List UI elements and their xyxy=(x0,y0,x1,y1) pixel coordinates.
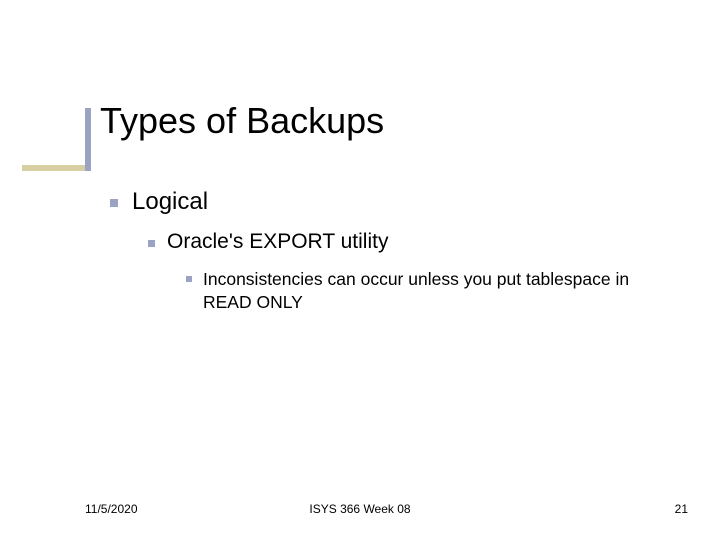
bullet-icon xyxy=(186,276,192,282)
slide-title: Types of Backups xyxy=(100,100,384,142)
footer-center-text: ISYS 366 Week 08 xyxy=(0,502,720,516)
list-item: Oracle's EXPORT utility xyxy=(148,230,680,254)
bullet-icon xyxy=(110,199,118,207)
footer-page-number: 21 xyxy=(675,502,688,516)
title-area: Types of Backups xyxy=(44,100,384,142)
bullet-text-level1: Logical xyxy=(132,188,208,216)
title-accent-horizontal xyxy=(22,165,91,171)
slide-content: Logical Oracle's EXPORT utility Inconsis… xyxy=(110,188,680,328)
bullet-icon xyxy=(148,240,155,247)
bullet-text-level2: Oracle's EXPORT utility xyxy=(167,230,388,254)
list-item: Logical xyxy=(110,188,680,216)
bullet-text-level3: Inconsistencies can occur unless you put… xyxy=(203,268,680,314)
list-item: Inconsistencies can occur unless you put… xyxy=(186,268,680,314)
